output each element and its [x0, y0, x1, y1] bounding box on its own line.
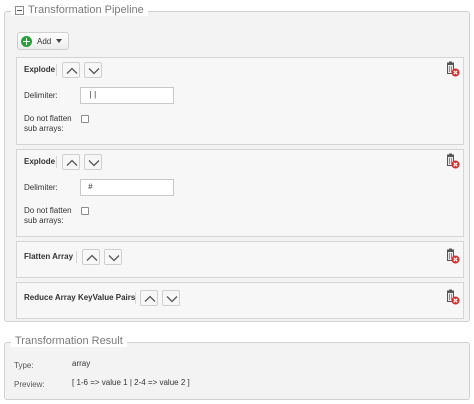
chevron-down-icon	[88, 160, 100, 167]
pipeline-legend: Transformation Pipeline	[11, 4, 148, 16]
step-title: Explode	[24, 65, 56, 74]
flatten-checkbox[interactable]	[81, 115, 89, 123]
pipeline-panel: Transformation Pipeline Add Explode Deli…	[4, 4, 470, 322]
flatten-label-line2: sub arrays:	[24, 124, 64, 133]
chevron-down-icon	[88, 68, 100, 75]
step-title: Flatten Array	[24, 252, 74, 261]
preview-label: Preview:	[14, 380, 45, 389]
trash-delete-icon[interactable]	[444, 61, 460, 77]
trash-delete-icon[interactable]	[444, 289, 460, 305]
delimiter-label: Delimiter:	[24, 91, 58, 100]
preview-value: [ 1-6 => value 1 | 2-4 => value 2 ]	[72, 378, 190, 387]
move-up-button[interactable]	[82, 249, 100, 265]
result-panel: Transformation Result Type: array Previe…	[4, 335, 470, 400]
step-title: Reduce Array KeyValue Pairs	[24, 293, 136, 302]
step-explode-2: Explode Delimiter: Do not flatten sub ar…	[16, 149, 464, 237]
add-button[interactable]: Add	[17, 32, 70, 50]
title-separator	[76, 251, 77, 263]
flatten-label-line2: sub arrays:	[24, 216, 64, 225]
step-explode-1: Explode Delimiter: Do not flatten sub ar…	[16, 57, 464, 145]
move-down-button[interactable]	[84, 62, 102, 78]
chevron-up-icon	[66, 159, 78, 166]
move-down-button[interactable]	[104, 249, 122, 265]
delimiter-input[interactable]	[80, 87, 174, 104]
move-up-button[interactable]	[62, 154, 80, 170]
flatten-label: Do not flatten sub arrays:	[24, 206, 72, 226]
title-separator	[56, 156, 57, 168]
flatten-label-line1: Do not flatten	[24, 114, 72, 123]
flatten-label-line1: Do not flatten	[24, 206, 72, 215]
trash-delete-icon[interactable]	[444, 153, 460, 169]
trash-delete-icon[interactable]	[444, 248, 460, 264]
delimiter-input[interactable]	[80, 179, 174, 196]
flatten-label: Do not flatten sub arrays:	[24, 114, 72, 134]
result-title: Transformation Result	[15, 335, 123, 347]
move-down-button[interactable]	[84, 154, 102, 170]
chevron-up-icon	[86, 254, 98, 261]
delimiter-label: Delimiter:	[24, 183, 58, 192]
collapse-icon[interactable]	[15, 5, 24, 15]
move-up-button[interactable]	[62, 62, 80, 78]
add-button-label: Add	[37, 36, 52, 46]
chevron-down-icon	[166, 296, 178, 303]
step-flatten-array: Flatten Array	[16, 241, 464, 278]
caret-down-icon	[56, 39, 63, 43]
chevron-up-icon	[144, 295, 156, 302]
chevron-down-icon	[108, 255, 120, 262]
move-down-button[interactable]	[162, 290, 180, 306]
flatten-checkbox[interactable]	[81, 207, 89, 215]
title-separator	[56, 64, 57, 76]
plus-icon	[21, 35, 32, 47]
move-up-button[interactable]	[140, 290, 158, 306]
type-value: array	[72, 359, 91, 368]
chevron-up-icon	[66, 67, 78, 74]
type-label: Type:	[14, 361, 34, 370]
step-reduce-keyvalue: Reduce Array KeyValue Pairs	[16, 282, 464, 319]
step-title: Explode	[24, 157, 56, 166]
pipeline-title: Transformation Pipeline	[28, 4, 144, 16]
title-separator	[135, 292, 136, 304]
result-legend: Transformation Result	[11, 335, 127, 347]
